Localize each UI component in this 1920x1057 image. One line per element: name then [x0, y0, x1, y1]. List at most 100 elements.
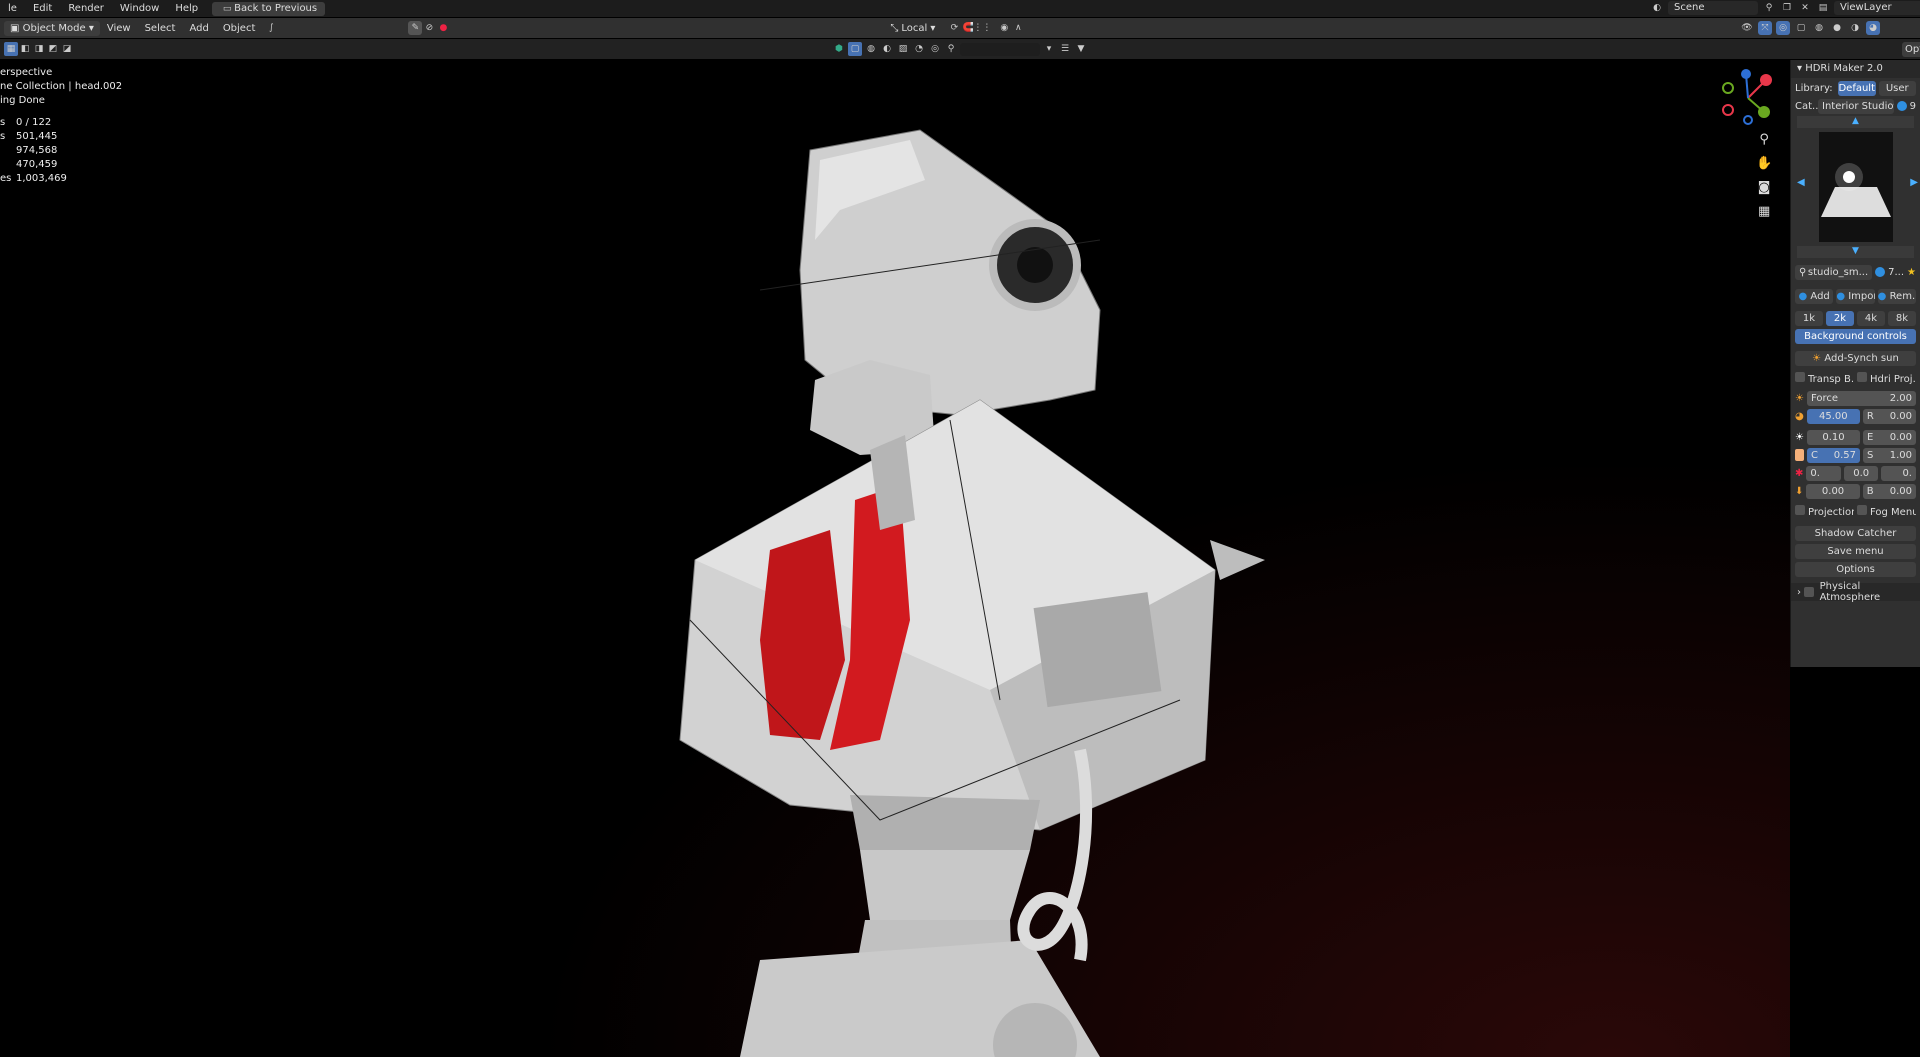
select-icon[interactable]: ▢	[848, 42, 862, 56]
physical-atmosphere-checkbox[interactable]	[1804, 587, 1814, 597]
back-to-previous-button[interactable]: ▭ Back to Previous	[212, 1, 326, 16]
category-dropdown[interactable]: Interior Studio▾	[1818, 98, 1894, 114]
menu-add[interactable]: Add	[182, 23, 215, 34]
search-input[interactable]	[960, 42, 1040, 56]
r-field[interactable]: R 0.00	[1862, 408, 1917, 424]
menu-edit[interactable]: Edit	[25, 0, 60, 17]
material-shading-icon[interactable]: ◑	[1848, 21, 1862, 35]
options-tab[interactable]: Opt	[1902, 41, 1920, 57]
menu-file[interactable]: le	[0, 0, 25, 17]
menu-render[interactable]: Render	[60, 0, 112, 17]
navigation-gizmo[interactable]	[1718, 68, 1782, 128]
brightness-field[interactable]: 0.10	[1806, 429, 1860, 445]
overlay-toggle-icon[interactable]: ◎	[1776, 21, 1790, 35]
xray-icon[interactable]: ▢	[1794, 21, 1808, 35]
view-layer-field[interactable]: ViewLayer	[1834, 1, 1920, 15]
rotation-field[interactable]: 45.00	[1806, 408, 1860, 424]
library-default-button[interactable]: Default	[1838, 80, 1876, 96]
z-axis-icon[interactable]	[1741, 69, 1751, 79]
y-axis-icon[interactable]	[1758, 106, 1770, 118]
remove-button[interactable]: ● Rem...	[1877, 288, 1916, 304]
gpencil-icon[interactable]: ∫	[264, 21, 278, 35]
proportional-icon[interactable]: ◉	[997, 21, 1011, 35]
hdri-proj-checkbox[interactable]: Hdri Proj...	[1857, 371, 1916, 385]
pivot-icon[interactable]: ⟳	[947, 21, 961, 35]
brush-icon[interactable]: ⊘	[422, 21, 436, 35]
resolution-8k-button[interactable]: 8k	[1888, 310, 1916, 326]
preview-left-arrow[interactable]: ◀	[1797, 177, 1805, 188]
solid-shading-icon[interactable]: ●	[1830, 21, 1844, 35]
select-invert-icon[interactable]: ◩	[46, 42, 60, 56]
hdri-preview[interactable]: ◀ ▶	[1797, 132, 1918, 242]
image-icon[interactable]: ▨	[896, 42, 910, 56]
e-field[interactable]: E 0.00	[1862, 429, 1916, 445]
falloff-icon[interactable]: ∧	[1011, 21, 1025, 35]
object-color-icon[interactable]: ⬢	[832, 42, 846, 56]
menu-window[interactable]: Window	[112, 0, 167, 17]
pin-icon[interactable]: ⚲	[1762, 1, 1776, 15]
select-intersect-icon[interactable]: ◪	[60, 42, 74, 56]
globe-icon[interactable]	[1875, 267, 1886, 277]
star-icon[interactable]: ★	[1907, 267, 1916, 278]
gizmo-toggle-icon[interactable]: ⤧	[1758, 21, 1772, 35]
color-swatch-icon[interactable]	[1795, 449, 1804, 461]
sort-icon[interactable]: ☰	[1058, 42, 1072, 56]
filter-icon[interactable]: ▼	[1074, 42, 1088, 56]
c-field[interactable]: C 0.57	[1807, 447, 1860, 463]
menu-object[interactable]: Object	[216, 23, 263, 34]
fog-menu-checkbox[interactable]: Fog Menu	[1857, 504, 1916, 518]
select-box-icon[interactable]: ▦	[4, 42, 18, 56]
add-synch-sun-button[interactable]: ☀ Add-Synch sun	[1795, 350, 1916, 366]
import-button[interactable]: ● Import	[1836, 288, 1875, 304]
library-user-button[interactable]: User	[1878, 80, 1916, 96]
force-field[interactable]: Force 2.00	[1806, 390, 1916, 406]
vector-field-c[interactable]: 0.	[1881, 465, 1916, 481]
panel-header[interactable]: ▾ HDRi Maker 2.0	[1791, 60, 1920, 78]
preview-down-arrow[interactable]: ▼	[1797, 246, 1914, 258]
snap-target-icon[interactable]: ⋮⋮	[973, 21, 991, 35]
select-subtract-icon[interactable]: ◨	[32, 42, 46, 56]
transp-b-checkbox[interactable]: Transp B...	[1795, 371, 1854, 385]
b-field[interactable]: B 0.00	[1862, 483, 1917, 499]
world-icon[interactable]: ◎	[928, 42, 942, 56]
resolution-2k-button[interactable]: 2k	[1826, 310, 1854, 326]
blur-value-field[interactable]: 0.00	[1806, 483, 1860, 499]
ortho-grid-icon[interactable]: ▦	[1758, 204, 1770, 219]
add-button[interactable]: ● Add	[1795, 288, 1834, 304]
scene-name-field[interactable]: Scene	[1668, 1, 1758, 15]
resolution-1k-button[interactable]: 1k	[1795, 310, 1823, 326]
select-extend-icon[interactable]: ◧	[18, 42, 32, 56]
menu-view[interactable]: View	[100, 23, 138, 34]
3d-viewport[interactable]: erspective ne Collection | head.002 ing …	[0, 60, 1790, 1057]
pan-hand-icon[interactable]: ✋	[1756, 156, 1772, 171]
physical-atmosphere-row[interactable]: › Physical Atmosphere	[1791, 581, 1920, 603]
wireframe-shading-icon[interactable]: ◍	[1812, 21, 1826, 35]
mode-dropdown[interactable]: ▣ Object Mode ▾	[4, 20, 100, 36]
rendered-shading-icon[interactable]: ◕	[1866, 21, 1880, 35]
chevron-down-icon[interactable]: ▾	[1042, 42, 1056, 56]
save-menu-button[interactable]: Save menu	[1795, 543, 1916, 559]
eyedropper-icon[interactable]: ✎	[408, 21, 423, 35]
new-scene-icon[interactable]: ❐	[1780, 1, 1794, 15]
s-field[interactable]: S 1.00	[1863, 447, 1916, 463]
menu-help[interactable]: Help	[167, 0, 206, 17]
camera-icon[interactable]: ◙	[1758, 180, 1771, 195]
menu-select[interactable]: Select	[138, 23, 183, 34]
resolution-4k-button[interactable]: 4k	[1857, 310, 1885, 326]
color-icon[interactable]: ●	[436, 21, 450, 35]
sphere-icon[interactable]: ◍	[864, 42, 878, 56]
globe-icon[interactable]	[1896, 101, 1907, 111]
shadow-catcher-button[interactable]: Shadow Catcher	[1795, 525, 1916, 541]
options-button[interactable]: Options	[1795, 561, 1916, 577]
light-icon[interactable]: ◔	[912, 42, 926, 56]
background-controls-button[interactable]: Background controls	[1795, 328, 1916, 344]
x-axis-icon[interactable]	[1760, 74, 1772, 86]
scene-filter-icon[interactable]: ◐	[880, 42, 894, 56]
close-scene-icon[interactable]: ✕	[1798, 1, 1812, 15]
projection-checkbox[interactable]: Projection...	[1795, 504, 1854, 518]
hdri-name-field[interactable]: ⚲ studio_sm...	[1795, 264, 1873, 280]
transform-orientation[interactable]: ⤡ Local ▾	[890, 23, 935, 34]
zoom-icon[interactable]: ⚲	[1759, 132, 1769, 147]
vector-field-a[interactable]: 0.	[1806, 465, 1841, 481]
preview-right-arrow[interactable]: ▶	[1910, 177, 1918, 188]
